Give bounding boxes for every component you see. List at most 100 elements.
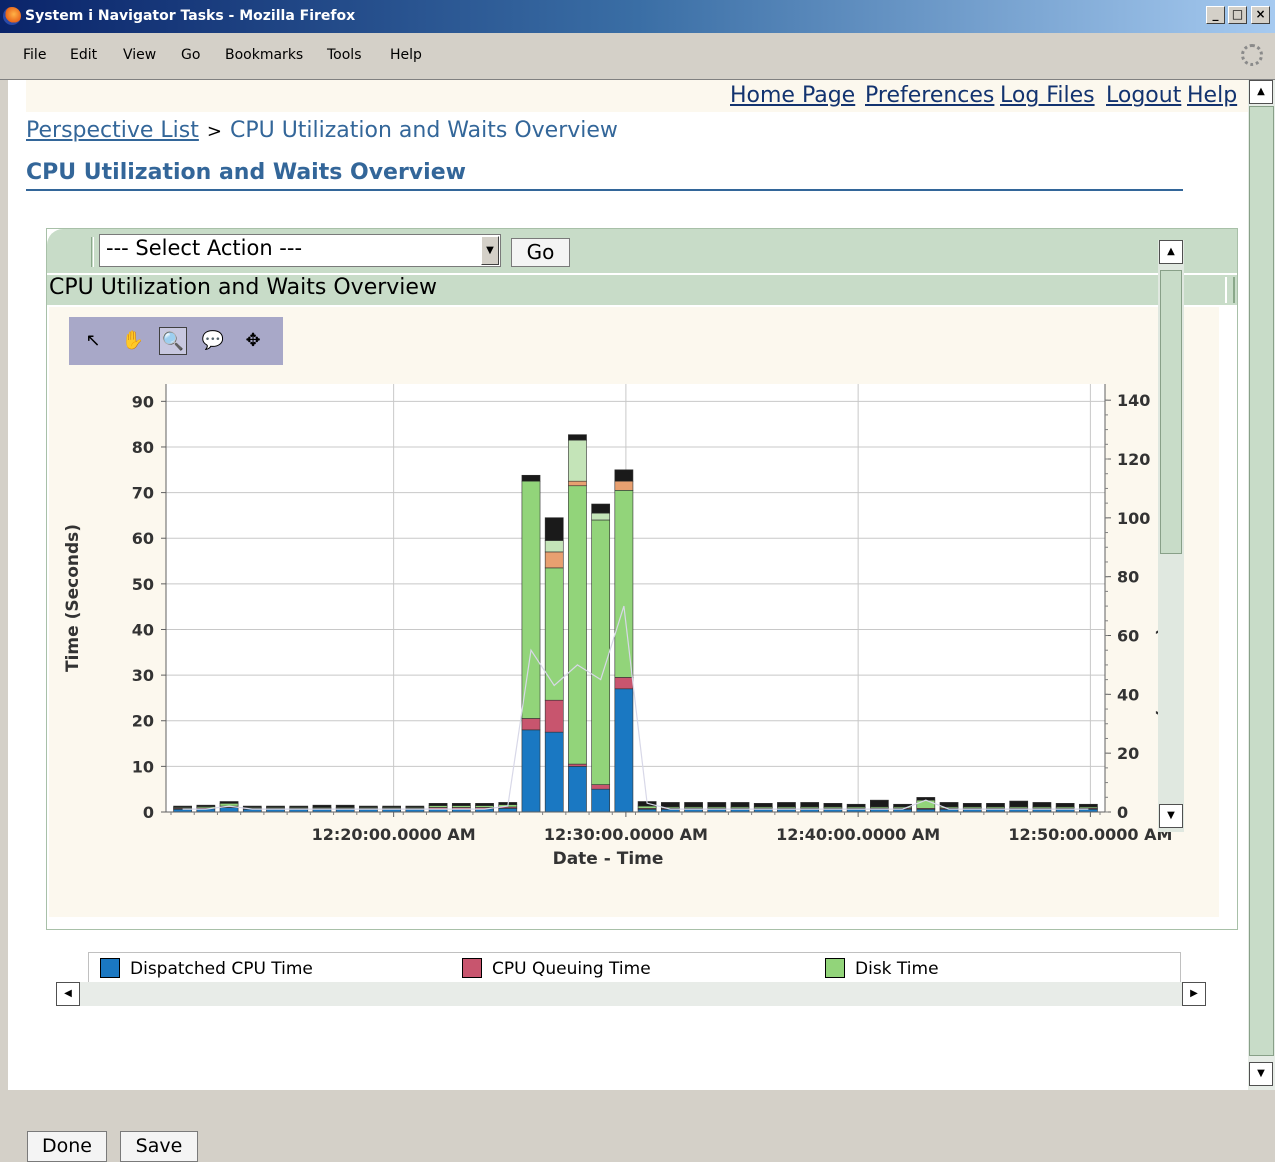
- bar-segment: [428, 803, 448, 806]
- chart-gridlines: [166, 384, 1105, 813]
- go-button[interactable]: Go: [511, 238, 570, 267]
- bar-segment: [660, 802, 680, 808]
- select-action-dropdown[interactable]: --- Select Action --- ▼: [99, 234, 501, 267]
- bar-segment: [568, 485, 587, 765]
- y-tick-label: 90: [132, 392, 154, 411]
- bar-segment: [521, 718, 541, 731]
- bar-segment: [196, 804, 216, 807]
- scroll-down-icon[interactable]: ▼: [1159, 804, 1183, 828]
- done-button[interactable]: Done: [27, 1131, 107, 1162]
- cpu-waits-chart: 0 10 20 30 40 50 60 70 80 90 0 20 40 60 80 100 120 140 12:…: [63, 384, 1173, 869]
- reset-view-icon[interactable]: ✥: [239, 327, 267, 355]
- zoom-tool-icon[interactable]: 🔍: [159, 327, 187, 355]
- bar-segment: [753, 803, 773, 808]
- bar-segment: [823, 803, 843, 808]
- menu-bar: File Edit View Go Bookmarks Tools Help: [0, 33, 1275, 80]
- bar-segment: [568, 766, 587, 813]
- bar-segment: [637, 805, 657, 809]
- bar-segment: [173, 805, 192, 808]
- menu-help[interactable]: Help: [390, 47, 422, 63]
- tooltip-tool-icon[interactable]: 💬: [199, 327, 227, 355]
- chart-vertical-scrollbar[interactable]: ▲ ▼: [1158, 240, 1184, 832]
- chart-toolbar: ↖ ✋ 🔍 💬 ✥: [69, 317, 283, 365]
- bar-segment: [777, 802, 796, 808]
- action-bar-separator: [91, 237, 94, 267]
- bar-segment: [544, 731, 564, 813]
- save-button[interactable]: Save: [120, 1131, 198, 1162]
- breadcrumb-perspective-list[interactable]: Perspective List: [26, 118, 199, 143]
- y2-tick-label: 140: [1117, 391, 1150, 410]
- legend-item-queuing: CPU Queuing Time: [462, 958, 651, 979]
- menu-view[interactable]: View: [123, 47, 156, 63]
- scroll-right-icon[interactable]: ▶: [1182, 982, 1206, 1006]
- y-tick-label: 80: [132, 438, 154, 457]
- resize-grip-icon[interactable]: [1225, 277, 1235, 303]
- y2-tick-label: 60: [1117, 627, 1139, 646]
- scroll-up-icon[interactable]: ▲: [1159, 240, 1183, 264]
- maximize-button[interactable]: □: [1228, 6, 1247, 24]
- scroll-left-icon[interactable]: ◀: [56, 982, 80, 1006]
- bar-segment: [405, 805, 425, 808]
- menu-file[interactable]: File: [23, 47, 46, 63]
- preferences-link[interactable]: Preferences: [865, 83, 994, 108]
- firefox-icon: [3, 7, 21, 25]
- x-tick-label: 12:20:00.0000 AM: [312, 825, 476, 844]
- pointer-tool-icon[interactable]: ↖: [79, 327, 107, 355]
- legend-item-dispatched: Dispatched CPU Time: [100, 958, 313, 979]
- bar-segment: [614, 480, 634, 491]
- bar-segment: [614, 677, 634, 690]
- page-scroll-down-icon[interactable]: ▼: [1249, 1062, 1273, 1086]
- bar-segment: [962, 803, 982, 808]
- x-tick-label: 12:40:00.0000 AM: [776, 825, 940, 844]
- x-axis-title: Date - Time: [553, 849, 664, 869]
- bar-segment: [730, 802, 750, 808]
- chart-legend: Dispatched CPU Time CPU Queuing Time Dis…: [88, 952, 1181, 984]
- menu-bookmarks[interactable]: Bookmarks: [225, 47, 303, 63]
- bar-segment: [568, 763, 587, 767]
- bar-segment: [521, 474, 541, 482]
- bar-segment: [870, 799, 889, 808]
- menu-edit[interactable]: Edit: [70, 47, 97, 63]
- menu-tools[interactable]: Tools: [327, 47, 362, 63]
- chart-horizontal-scrollbar[interactable]: ◀ ▶: [56, 982, 1206, 1006]
- y2-tick-label: 20: [1117, 744, 1139, 763]
- help-link[interactable]: Help: [1187, 83, 1237, 108]
- y2-tick-label: 120: [1117, 450, 1150, 469]
- bar-segment: [451, 803, 471, 806]
- chart-vscroll-thumb[interactable]: [1160, 270, 1182, 554]
- y-tick-label: 40: [132, 620, 154, 639]
- global-links-bar: Home Page Preferences Log Files Logout H…: [26, 80, 1248, 112]
- y-tick-label: 30: [132, 666, 154, 685]
- page-scroll-thumb[interactable]: [1249, 106, 1274, 1056]
- bar-segment: [614, 490, 634, 678]
- legend-swatch-dispatched: [100, 958, 120, 978]
- legend-swatch-queuing: [462, 958, 482, 978]
- legend-item-disk: Disk Time: [825, 958, 939, 979]
- page-vertical-scrollbar[interactable]: ▲ ▼: [1248, 80, 1275, 1090]
- bar-segment: [475, 803, 494, 806]
- x-tick-label: 12:30:00.0000 AM: [544, 825, 708, 844]
- window-title: System i Navigator Tasks - Mozilla Firef…: [25, 8, 356, 24]
- bar-segment: [544, 540, 564, 553]
- page-content: Home Page Preferences Log Files Logout H…: [8, 80, 1248, 1162]
- bar-segment: [544, 517, 564, 541]
- page-title: CPU Utilization and Waits Overview: [26, 160, 466, 185]
- bar-segment: [614, 469, 634, 482]
- close-button[interactable]: ×: [1251, 6, 1270, 24]
- page-scroll-up-icon[interactable]: ▲: [1249, 80, 1273, 104]
- chevron-down-icon[interactable]: ▼: [481, 236, 499, 265]
- action-bar: --- Select Action --- ▼ Go: [47, 229, 1237, 273]
- pan-hand-icon[interactable]: ✋: [119, 327, 147, 355]
- bar-segment: [289, 805, 309, 808]
- home-page-link[interactable]: Home Page: [730, 83, 855, 108]
- log-files-link[interactable]: Log Files: [1000, 83, 1095, 108]
- y2-tick-label: 40: [1117, 685, 1139, 704]
- bar-segment: [1055, 803, 1075, 808]
- bar-segment: [359, 805, 378, 808]
- bar-segment: [544, 699, 564, 733]
- minimize-button[interactable]: _: [1206, 6, 1225, 24]
- menu-go[interactable]: Go: [181, 47, 200, 63]
- logout-link[interactable]: Logout: [1106, 83, 1181, 108]
- bar-segment: [1009, 800, 1029, 808]
- title-underline: [26, 189, 1183, 191]
